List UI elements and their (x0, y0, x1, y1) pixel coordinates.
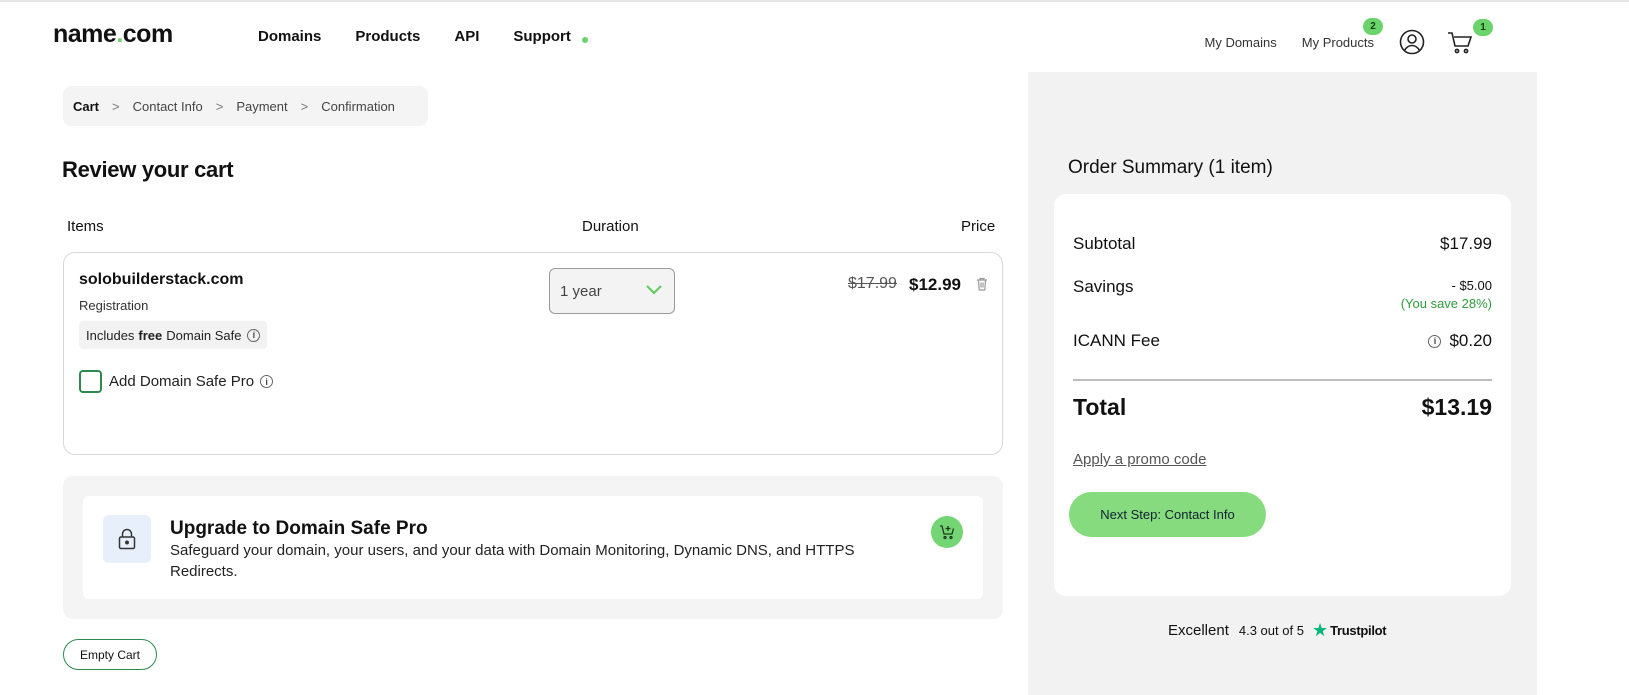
add-to-cart-button[interactable] (931, 516, 963, 548)
upsell-section: Upgrade to Domain Safe Pro Safeguard you… (63, 476, 1003, 619)
next-step-button[interactable]: Next Step: Contact Info (1069, 492, 1266, 537)
domain-safe-included-badge: Includes free Domain Safe i (79, 321, 268, 349)
chevron-right-icon: > (112, 98, 120, 114)
breadcrumb-cart[interactable]: Cart (73, 99, 99, 114)
summary-divider (1073, 379, 1492, 381)
nav-support-label: Support (513, 28, 571, 45)
cart-badge: 1 (1473, 19, 1493, 36)
my-products-label: My Products (1301, 34, 1374, 50)
add-domain-safe-pro-label: Add Domain Safe Pro i (109, 373, 274, 390)
column-header-duration: Duration (582, 218, 639, 235)
subtotal-value: $17.99 (1440, 234, 1492, 253)
nav-products[interactable]: Products (355, 28, 420, 45)
savings-value: - $5.00 (1451, 278, 1492, 293)
order-summary-card: Subtotal $17.99 Savings - $5.00 (You sav… (1054, 194, 1511, 596)
support-status-dot (581, 37, 588, 43)
duration-value: 1 year (560, 282, 602, 300)
upsell-card: Upgrade to Domain Safe Pro Safeguard you… (83, 496, 983, 599)
savings-percent: (You save 28%) (1400, 296, 1492, 311)
includes-free: free (138, 327, 163, 343)
info-icon[interactable]: i (247, 328, 261, 342)
includes-suffix: Domain Safe (166, 327, 242, 343)
site-logo[interactable]: name.com (53, 20, 173, 49)
order-summary-panel: Order Summary (1 item) Subtotal $17.99 S… (1028, 72, 1537, 695)
cart-item-card: solobuilderstack.com Registration Includ… (63, 252, 1003, 455)
trustpilot-rating[interactable]: Excellent 4.3 out of 5 ★ Trustpilot (1168, 620, 1387, 641)
trash-icon[interactable] (976, 277, 988, 291)
lock-icon (103, 515, 151, 563)
chevron-down-icon (646, 285, 662, 295)
info-icon[interactable]: i (260, 375, 274, 388)
savings-label: Savings (1073, 277, 1134, 296)
total-row: Total $13.19 (1073, 394, 1492, 421)
icann-fee-value-block: i $0.20 (1422, 331, 1492, 351)
chevron-right-icon: > (300, 98, 309, 114)
order-summary-title: Order Summary (1 item) (1068, 157, 1273, 178)
includes-prefix: Includes (86, 327, 135, 343)
apply-promo-link[interactable]: Apply a promo code (1073, 451, 1206, 468)
upsell-title: Upgrade to Domain Safe Pro (170, 518, 428, 539)
addon-label-text: Add Domain Safe Pro (109, 373, 255, 390)
subtotal-label: Subtotal (1073, 234, 1136, 253)
total-label: Total (1073, 394, 1127, 420)
nav-domains[interactable]: Domains (258, 28, 321, 45)
breadcrumb-contact-info[interactable]: Contact Info (133, 99, 203, 114)
savings-row: Savings - $5.00 (You save 28%) (1073, 277, 1492, 313)
upsell-description: Safeguard your domain, your users, and y… (170, 542, 855, 580)
icann-fee-row: ICANN Fee i $0.20 (1073, 331, 1492, 351)
star-icon: ★ (1311, 620, 1329, 640)
trustpilot-rating-word: Excellent (1168, 622, 1229, 639)
sale-price: $12.99 (909, 275, 961, 294)
cart-icon[interactable]: 1 (1447, 19, 1493, 55)
nav-api[interactable]: API (454, 28, 479, 45)
my-products-badge: 2 (1363, 17, 1383, 35)
account-nav: My Domains My Products 2 1 (1205, 17, 1496, 55)
my-domains-link[interactable]: My Domains (1205, 35, 1277, 50)
icann-fee-value: $0.20 (1449, 331, 1492, 350)
cart-plus-icon (940, 525, 955, 540)
column-header-price: Price (961, 218, 996, 235)
checkout-breadcrumb: Cart > Contact Info > Payment > Confirma… (63, 86, 428, 126)
empty-cart-button[interactable]: Empty Cart (63, 639, 157, 670)
breadcrumb-confirmation[interactable]: Confirmation (321, 99, 395, 114)
page-title: Review your cart (62, 157, 234, 182)
trustpilot-score: 4.3 out of 5 (1238, 623, 1304, 638)
add-domain-safe-pro-checkbox[interactable] (79, 370, 102, 393)
trustpilot-brand: Trustpilot (1330, 623, 1387, 638)
duration-select[interactable]: 1 year (549, 268, 675, 314)
chevron-right-icon: > (215, 98, 224, 114)
cart-item-domain: solobuilderstack.com (79, 271, 244, 288)
column-header-items: Items (67, 218, 104, 235)
nav-support[interactable]: Support (513, 28, 588, 45)
account-icon[interactable] (1399, 29, 1425, 55)
info-icon[interactable]: i (1428, 334, 1442, 348)
subtotal-row: Subtotal $17.99 (1073, 234, 1492, 254)
cart-item-type: Registration (79, 298, 149, 313)
original-price: $17.99 (848, 275, 897, 292)
main-nav: Domains Products API Support (258, 28, 588, 45)
total-value: $13.19 (1421, 394, 1492, 420)
icann-fee-label: ICANN Fee (1073, 331, 1160, 350)
savings-value-block: - $5.00 (You save 28%) (1401, 277, 1492, 313)
breadcrumb-payment[interactable]: Payment (236, 99, 287, 114)
my-products-link[interactable]: My Products 2 (1301, 17, 1383, 50)
